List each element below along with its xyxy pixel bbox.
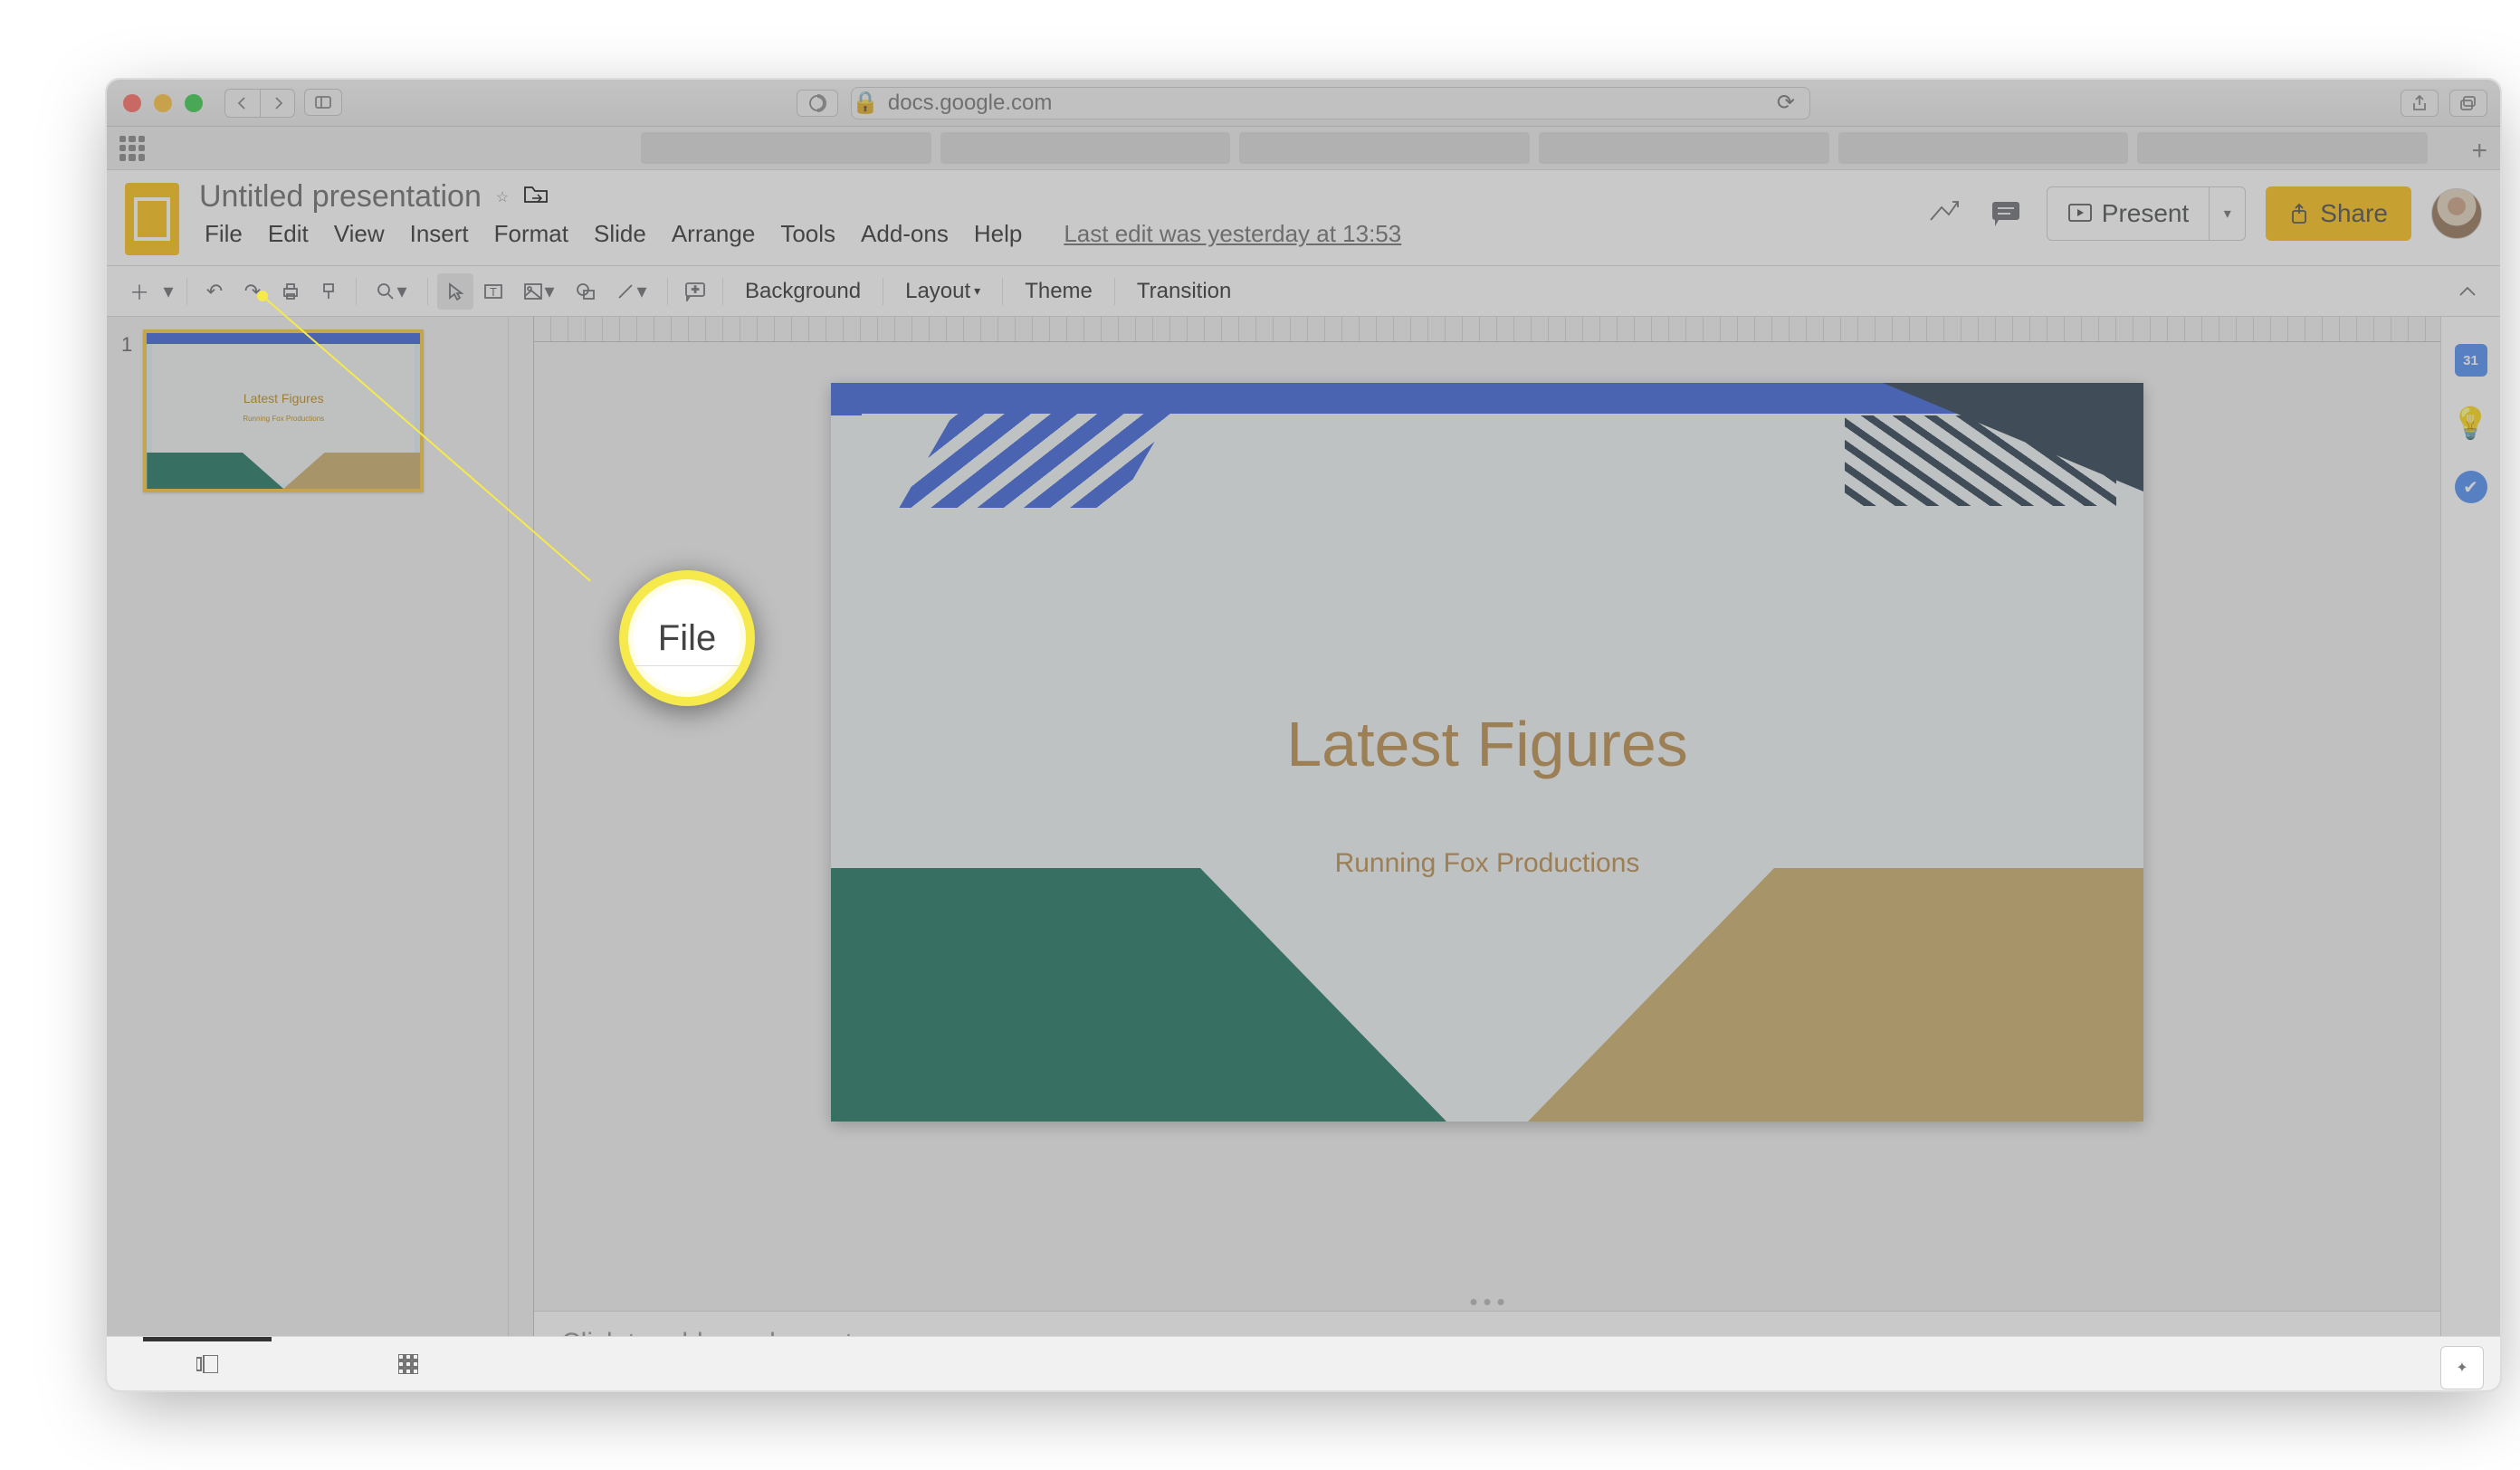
comment-add-button[interactable]: + — [677, 273, 713, 310]
safari-window: 🔒 docs.google.com ⟳ + Untitled presentat… — [105, 78, 2502, 1392]
main-area: 1 Latest Figures Running Fox Productions — [107, 317, 2500, 1389]
slide-stage[interactable]: Latest Figures Running Fox Productions — [534, 342, 2440, 1311]
svg-text:+: + — [692, 282, 699, 296]
lock-icon: 🔒 — [852, 90, 879, 116]
forward-button[interactable] — [260, 90, 294, 117]
slide-title-text[interactable]: Latest Figures — [831, 708, 2143, 780]
annotation-callout: File — [619, 570, 755, 706]
tasks-icon[interactable]: ✔ — [2455, 471, 2487, 503]
keep-icon[interactable]: 💡 — [2455, 407, 2487, 440]
bookmarks-bar: + — [107, 127, 2500, 170]
transition-button[interactable]: Transition — [1124, 273, 1244, 310]
thumbnails-panel: 1 Latest Figures Running Fox Productions — [107, 317, 509, 1389]
paint-format-button[interactable] — [310, 273, 347, 310]
share-label: Share — [2320, 199, 2388, 228]
vertical-ruler — [509, 317, 534, 1389]
url-host: docs.google.com — [888, 91, 1052, 116]
undo-button[interactable]: ↶ — [196, 273, 233, 310]
window-controls — [123, 94, 203, 112]
tabs-icon[interactable] — [2449, 90, 2487, 117]
star-icon[interactable]: ☆ — [496, 188, 509, 206]
horizontal-ruler — [534, 317, 2440, 342]
canvas-area: Latest Figures Running Fox Productions C… — [534, 317, 2440, 1389]
new-slide-button[interactable]: ＋ — [121, 273, 158, 310]
menu-file[interactable]: File — [199, 218, 248, 250]
bottom-bar: ✦ — [107, 1336, 2500, 1390]
background-button[interactable]: Background — [732, 273, 873, 310]
comments-icon[interactable] — [1985, 193, 2027, 234]
slide-subtitle-text[interactable]: Running Fox Productions — [831, 848, 2143, 879]
back-button[interactable] — [225, 90, 260, 117]
activity-icon[interactable] — [1923, 193, 1965, 234]
new-slide-dropdown[interactable]: ▾ — [159, 273, 177, 310]
image-tool[interactable]: ▾ — [513, 273, 566, 310]
reader-icon[interactable] — [797, 90, 838, 117]
thumb-number: 1 — [121, 329, 132, 492]
safari-chrome: 🔒 docs.google.com ⟳ — [107, 80, 2500, 127]
grid-view-button[interactable] — [308, 1337, 509, 1390]
apps-icon[interactable] — [119, 136, 145, 161]
doc-title[interactable]: Untitled presentation — [199, 179, 482, 215]
explore-button[interactable]: ✦ — [2440, 1346, 2484, 1389]
close-window[interactable] — [123, 94, 141, 112]
menu-addons[interactable]: Add-ons — [855, 218, 954, 250]
address-bar[interactable]: 🔒 docs.google.com ⟳ — [851, 87, 1810, 119]
docs-header: Untitled presentation ☆ File Edit View I… — [107, 170, 2500, 266]
slide-canvas[interactable]: Latest Figures Running Fox Productions — [831, 383, 2143, 1122]
zoom-button[interactable]: ▾ — [366, 273, 418, 310]
present-dropdown[interactable]: ▾ — [2209, 187, 2245, 240]
menu-tools[interactable]: Tools — [775, 218, 841, 250]
menu-insert[interactable]: Insert — [405, 218, 474, 250]
slides-logo-icon[interactable] — [125, 183, 179, 255]
line-tool[interactable]: ▾ — [606, 273, 658, 310]
menu-bar: File Edit View Insert Format Slide Arran… — [199, 218, 1401, 250]
redacted-tabs — [641, 132, 2428, 164]
present-label: Present — [2102, 199, 2190, 228]
theme-button[interactable]: Theme — [1012, 273, 1105, 310]
reload-icon[interactable]: ⟳ — [1777, 90, 1795, 116]
new-tab-button[interactable]: + — [2471, 136, 2487, 167]
textbox-tool[interactable]: T — [475, 273, 511, 310]
menu-view[interactable]: View — [329, 218, 390, 250]
move-icon[interactable] — [523, 184, 549, 210]
slide-thumbnail-1[interactable]: 1 Latest Figures Running Fox Productions — [121, 329, 493, 492]
notes-resize-handle[interactable] — [1471, 1299, 1504, 1305]
calendar-icon[interactable]: 31 — [2455, 344, 2487, 377]
menu-slide[interactable]: Slide — [588, 218, 652, 250]
layout-button[interactable]: Layout▾ — [892, 273, 993, 310]
menu-edit[interactable]: Edit — [262, 218, 314, 250]
present-button[interactable]: Present — [2048, 187, 2210, 240]
docs-toolbar: ＋ ▾ ↶ ↷ ▾ T ▾ ▾ + Background Layout▾ The… — [107, 266, 2500, 317]
minimize-window[interactable] — [154, 94, 172, 112]
last-edit-link[interactable]: Last edit was yesterday at 13:53 — [1064, 220, 1401, 248]
side-panel: 31 💡 ✔ › — [2440, 317, 2500, 1389]
nav-back-forward — [224, 89, 295, 118]
thumb-preview: Latest Figures Running Fox Productions — [143, 329, 424, 492]
collapse-toolbar-icon[interactable] — [2449, 273, 2486, 310]
share-icon[interactable] — [2401, 90, 2439, 117]
print-button[interactable] — [272, 273, 309, 310]
present-button-group: Present ▾ — [2047, 186, 2247, 241]
avatar[interactable] — [2431, 188, 2482, 239]
svg-text:T: T — [490, 285, 497, 299]
shape-tool[interactable] — [568, 273, 604, 310]
zoom-window[interactable] — [185, 94, 203, 112]
menu-format[interactable]: Format — [489, 218, 574, 250]
sidebar-toggle-icon[interactable] — [304, 89, 342, 116]
menu-help[interactable]: Help — [969, 218, 1027, 250]
filmstrip-view-button[interactable] — [107, 1337, 308, 1390]
select-tool[interactable] — [437, 273, 473, 310]
share-button[interactable]: Share — [2266, 186, 2411, 241]
menu-arrange[interactable]: Arrange — [666, 218, 761, 250]
